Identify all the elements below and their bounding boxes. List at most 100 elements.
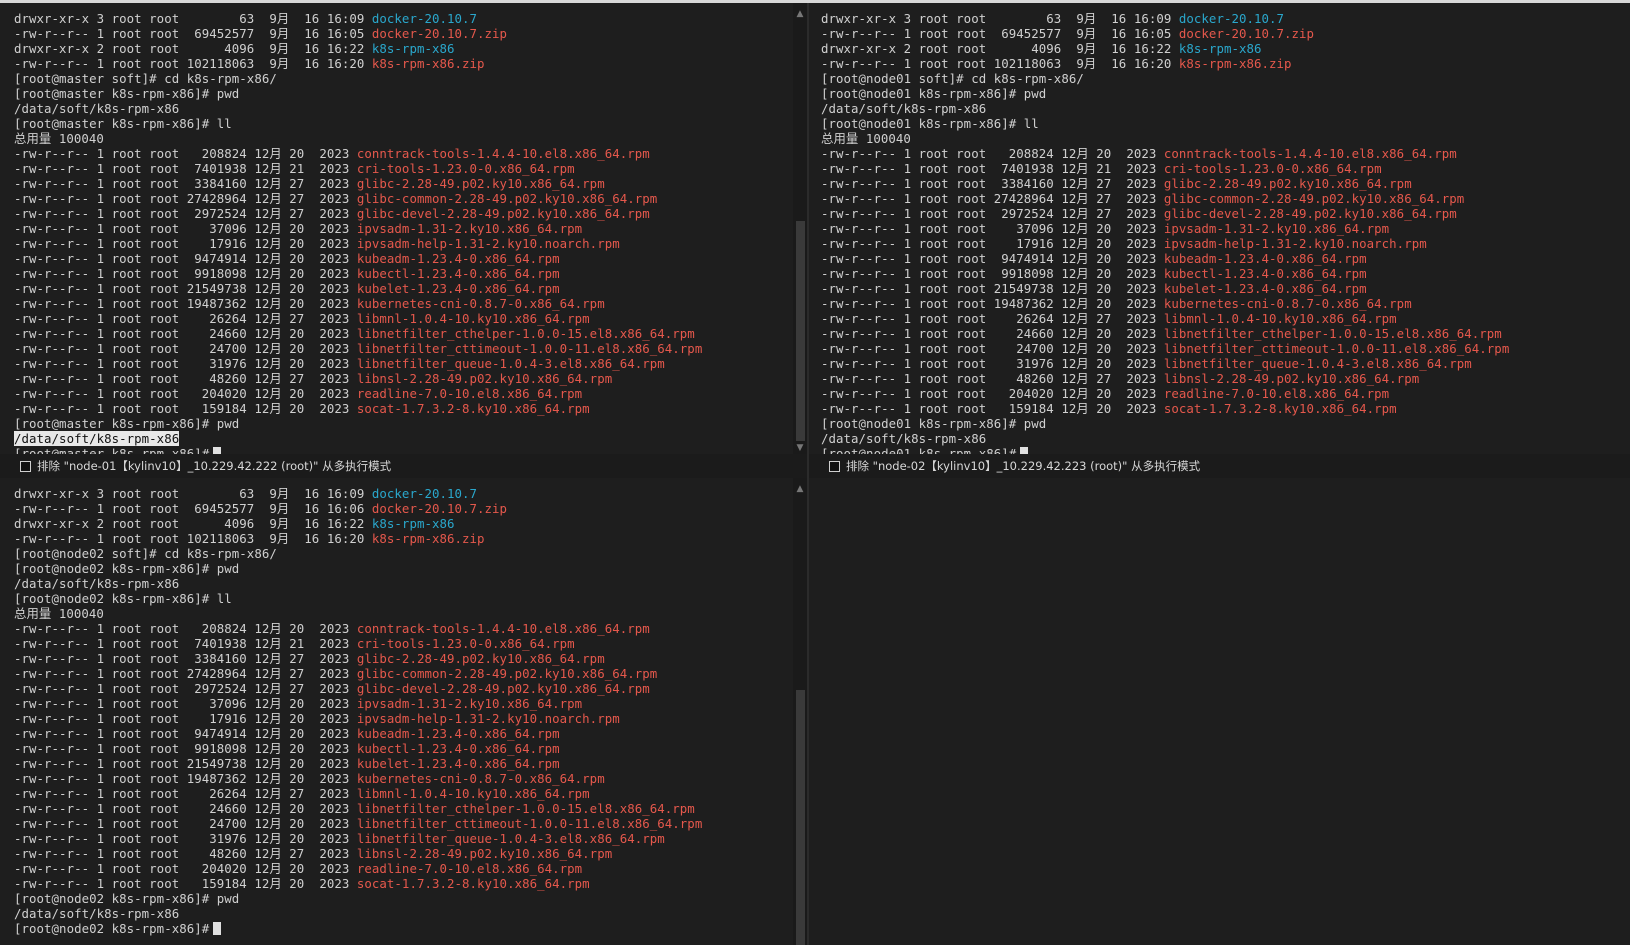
terminal-line: -rw-r--r-- 1 root root 24700 12月 20 2023…: [821, 341, 1630, 356]
file-name: docker-20.10.7.zip: [371, 26, 508, 41]
terminal-text: -rw-r--r-- 1 root root 3384160 12月 27 20…: [14, 651, 357, 666]
file-name: kubernetes-cni-0.8.7-0.x86_64.rpm: [356, 296, 605, 311]
terminal-text: -rw-r--r-- 1 root root 21549738 12月 20 2…: [14, 281, 357, 296]
terminal-text: 总用量 100040: [14, 606, 104, 621]
terminal-pane-node01[interactable]: drwxr-xr-x 3 root root 63 9月 16 16:09 do…: [807, 3, 1630, 454]
terminal-text: -rw-r--r-- 1 root root 2972524 12月 27 20…: [14, 206, 357, 221]
terminal-text: [root@node01 k8s-rpm-x86]#: [821, 446, 1017, 454]
file-name: readline-7.0-10.el8.x86_64.rpm: [1163, 386, 1390, 401]
terminal-line: -rw-r--r-- 1 root root 37096 12月 20 2023…: [14, 696, 793, 711]
terminal-line: 总用量 100040: [821, 131, 1630, 146]
terminal-line: -rw-r--r-- 1 root root 31976 12月 20 2023…: [821, 356, 1630, 371]
terminal-text: [root@master soft]# cd k8s-rpm-x86/: [14, 71, 277, 86]
terminal-line: -rw-r--r-- 1 root root 17916 12月 20 2023…: [821, 236, 1630, 251]
chevron-down-icon[interactable]: ▼: [793, 443, 807, 453]
terminal-text: -rw-r--r-- 1 root root 102118063 9月 16 1…: [14, 531, 372, 546]
file-name: socat-1.7.3.2-8.ky10.x86_64.rpm: [356, 876, 590, 891]
terminal-line: -rw-r--r-- 1 root root 24700 12月 20 2023…: [14, 341, 793, 356]
terminal-line: -rw-r--r-- 1 root root 19487362 12月 20 2…: [14, 771, 793, 786]
scrollbar-thumb[interactable]: [796, 221, 805, 441]
terminal-text: [root@node02 k8s-rpm-x86]# ll: [14, 591, 232, 606]
terminal-line: -rw-r--r-- 1 root root 24660 12月 20 2023…: [14, 801, 793, 816]
terminal-line: drwxr-xr-x 3 root root 63 9月 16 16:09 do…: [14, 11, 793, 26]
terminal-text: /data/soft/k8s-rpm-x86: [821, 431, 987, 446]
file-name: libnetfilter_cthelper-1.0.0-15.el8.x86_6…: [356, 801, 695, 816]
terminal-text: -rw-r--r-- 1 root root 21549738 12月 20 2…: [821, 281, 1164, 296]
file-name: libnetfilter_cttimeout-1.0.0-11.el8.x86_…: [356, 816, 703, 831]
terminal-text: [root@node01 k8s-rpm-x86]# ll: [821, 116, 1039, 131]
file-name: libnetfilter_cttimeout-1.0.0-11.el8.x86_…: [1163, 341, 1510, 356]
terminal-text: /data/soft/k8s-rpm-x86: [14, 576, 180, 591]
terminal-text: -rw-r--r-- 1 root root 17916 12月 20 2023: [14, 711, 357, 726]
directory-name: docker-20.10.7: [371, 486, 478, 501]
terminal-line: /data/soft/k8s-rpm-x86: [14, 906, 793, 921]
terminal-text: -rw-r--r-- 1 root root 159184 12月 20 202…: [14, 401, 357, 416]
scrollbar-thumb[interactable]: [796, 690, 805, 945]
terminal-line: drwxr-xr-x 3 root root 63 9月 16 16:09 do…: [821, 11, 1630, 26]
terminal-text: [root@master k8s-rpm-x86]# ll: [14, 116, 232, 131]
terminal-text: drwxr-xr-x 2 root root 4096 9月 16 16:22: [14, 516, 372, 531]
terminal-text: -rw-r--r-- 1 root root 19487362 12月 20 2…: [14, 771, 357, 786]
terminal-line: drwxr-xr-x 2 root root 4096 9月 16 16:22 …: [14, 41, 793, 56]
file-name: glibc-common-2.28-49.p02.ky10.x86_64.rpm: [356, 191, 658, 206]
terminal-line: -rw-r--r-- 1 root root 159184 12月 20 202…: [14, 401, 793, 416]
terminal-line: -rw-r--r-- 1 root root 21549738 12月 20 2…: [14, 756, 793, 771]
terminal-line: /data/soft/k8s-rpm-x86: [14, 101, 793, 116]
terminal-text: /data/soft/k8s-rpm-x86: [14, 431, 180, 446]
terminal-line: -rw-r--r-- 1 root root 24660 12月 20 2023…: [821, 326, 1630, 341]
directory-name: docker-20.10.7: [1178, 11, 1285, 26]
terminal-text: -rw-r--r-- 1 root root 204020 12月 20 202…: [14, 386, 357, 401]
terminal-pane-master[interactable]: drwxr-xr-x 3 root root 63 9月 16 16:09 do…: [0, 3, 793, 454]
file-name: glibc-common-2.28-49.p02.ky10.x86_64.rpm: [356, 666, 658, 681]
file-name: ipvsadm-1.31-2.ky10.x86_64.rpm: [1163, 221, 1390, 236]
terminal-line: /data/soft/k8s-rpm-x86: [821, 431, 1630, 446]
terminal-line: -rw-r--r-- 1 root root 3384160 12月 27 20…: [14, 651, 793, 666]
file-name: ipvsadm-help-1.31-2.ky10.noarch.rpm: [356, 236, 620, 251]
terminal-line: drwxr-xr-x 2 root root 4096 9月 16 16:22 …: [14, 516, 793, 531]
scrollbar-master[interactable]: ▲ ▼: [793, 3, 807, 454]
terminal-line: [root@node01 k8s-rpm-x86]#: [821, 446, 1630, 454]
terminal-line: -rw-r--r-- 1 root root 7401938 12月 21 20…: [821, 161, 1630, 176]
chevron-up-icon[interactable]: ▲: [793, 9, 807, 19]
exclude-node01-checkbox[interactable]: [20, 460, 31, 472]
terminal-text: -rw-r--r-- 1 root root 48260 12月 27 2023: [14, 371, 357, 386]
terminal-pane-empty[interactable]: [809, 478, 1630, 945]
terminal-line: -rw-r--r-- 1 root root 159184 12月 20 202…: [821, 401, 1630, 416]
directory-name: docker-20.10.7: [371, 11, 478, 26]
terminal-text: -rw-r--r-- 1 root root 9474914 12月 20 20…: [14, 251, 357, 266]
terminal-text: drwxr-xr-x 3 root root 63 9月 16 16:09: [14, 11, 372, 26]
terminal-line: [root@master k8s-rpm-x86]#: [14, 446, 793, 454]
terminal-text: -rw-r--r-- 1 root root 9474914 12月 20 20…: [821, 251, 1164, 266]
terminal-line: -rw-r--r-- 1 root root 37096 12月 20 2023…: [14, 221, 793, 236]
terminal-text: [root@node01 k8s-rpm-x86]# pwd: [821, 416, 1047, 431]
terminal-line: [root@node01 soft]# cd k8s-rpm-x86/: [821, 71, 1630, 86]
file-name: libnetfilter_cttimeout-1.0.0-11.el8.x86_…: [356, 341, 703, 356]
terminal-text: drwxr-xr-x 3 root root 63 9月 16 16:09: [14, 486, 372, 501]
file-name: conntrack-tools-1.4.4-10.el8.x86_64.rpm: [356, 146, 650, 161]
exclude-node02-label: 排除 "node-02【kylinv10】_10.229.42.223 (roo…: [846, 459, 1201, 473]
terminal-text: /data/soft/k8s-rpm-x86: [14, 906, 180, 921]
terminal-line: -rw-r--r-- 1 root root 24660 12月 20 2023…: [14, 326, 793, 341]
terminal-text: -rw-r--r-- 1 root root 17916 12月 20 2023: [14, 236, 357, 251]
terminal-line: -rw-r--r-- 1 root root 26264 12月 27 2023…: [14, 786, 793, 801]
terminal-line: -rw-r--r-- 1 root root 17916 12月 20 2023…: [14, 711, 793, 726]
terminal-text: -rw-r--r-- 1 root root 27428964 12月 27 2…: [14, 191, 357, 206]
terminal-text: 总用量 100040: [821, 131, 911, 146]
terminal-line: -rw-r--r-- 1 root root 204020 12月 20 202…: [14, 386, 793, 401]
exclude-node02-checkbox[interactable]: [829, 460, 840, 472]
terminal-line: -rw-r--r-- 1 root root 19487362 12月 20 2…: [821, 296, 1630, 311]
cursor: [213, 922, 222, 935]
file-name: kubelet-1.23.4-0.x86_64.rpm: [356, 756, 560, 771]
terminal-text: -rw-r--r-- 1 root root 26264 12月 27 2023: [821, 311, 1164, 326]
terminal-line: -rw-r--r-- 1 root root 48260 12月 27 2023…: [14, 846, 793, 861]
terminal-text: [root@node01 k8s-rpm-x86]# pwd: [821, 86, 1047, 101]
terminal-text: -rw-r--r-- 1 root root 21549738 12月 20 2…: [14, 756, 357, 771]
chevron-up-icon[interactable]: ▲: [793, 484, 807, 494]
terminal-text: -rw-r--r-- 1 root root 2972524 12月 27 20…: [821, 206, 1164, 221]
terminal-text: -rw-r--r-- 1 root root 26264 12月 27 2023: [14, 311, 357, 326]
terminal-line: /data/soft/k8s-rpm-x86: [821, 101, 1630, 116]
terminal-text: -rw-r--r-- 1 root root 31976 12月 20 2023: [821, 356, 1164, 371]
scrollbar-node02[interactable]: ▲: [793, 478, 807, 945]
terminal-pane-node02[interactable]: drwxr-xr-x 3 root root 63 9月 16 16:09 do…: [0, 478, 793, 945]
terminal-text: [root@node02 k8s-rpm-x86]#: [14, 921, 210, 936]
